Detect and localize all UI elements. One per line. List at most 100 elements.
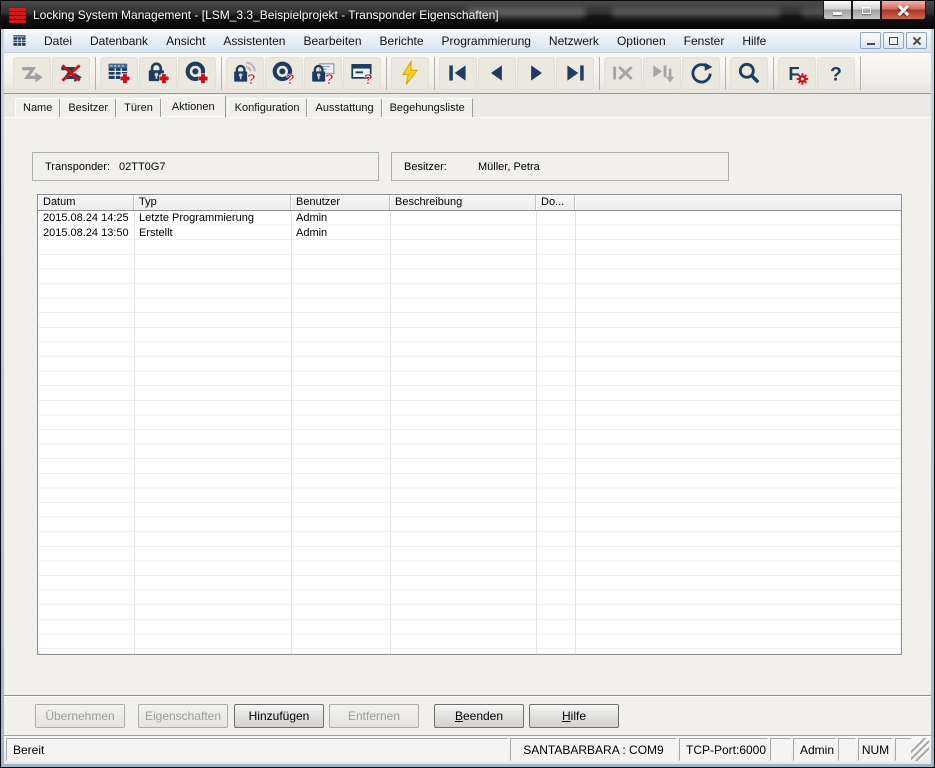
tab-besitzer[interactable]: Besitzer: [60, 98, 116, 117]
cell-typ: Letzte Programmierung: [134, 211, 291, 226]
program-button[interactable]: [391, 57, 429, 90]
cell-beschreibung: [390, 211, 536, 226]
jump-cancel-button[interactable]: [52, 57, 90, 90]
new-lock-button[interactable]: [139, 57, 177, 90]
tab-ausstattung[interactable]: Ausstattung: [307, 98, 381, 117]
menu-datei[interactable]: Datei: [35, 31, 81, 51]
menu-bearbeiten[interactable]: Bearbeiten: [294, 31, 370, 51]
search-button[interactable]: [730, 57, 768, 90]
next-record-icon: [523, 60, 549, 86]
mdi-minimize-button[interactable]: [860, 32, 881, 49]
search-icon: [736, 60, 762, 86]
read-lock-button[interactable]: ?: [226, 57, 264, 90]
filter-settings-button[interactable]: F: [778, 57, 816, 90]
svg-text:?: ?: [830, 64, 842, 86]
column-header-beschreibung[interactable]: Beschreibung: [390, 195, 536, 210]
status-numlock: NUM: [858, 738, 893, 761]
tab-begehungsliste[interactable]: Begehungsliste: [382, 98, 473, 117]
menu-assistenten[interactable]: Assistenten: [214, 31, 294, 51]
tab-name[interactable]: Name: [15, 98, 60, 117]
menu-ansicht[interactable]: Ansicht: [157, 31, 214, 51]
last-record-icon: [562, 60, 588, 86]
toolbar-separator: [599, 57, 600, 90]
cell-benutzer: Admin: [291, 211, 390, 226]
status-empty-panel: [895, 738, 911, 761]
maximize-button[interactable]: [852, 1, 881, 20]
close-button[interactable]: [881, 1, 926, 20]
read-window-icon: ?: [349, 60, 375, 86]
new-transponder-button[interactable]: [178, 57, 216, 90]
toolbar-separator: [434, 57, 435, 90]
cancel-record-button[interactable]: [604, 57, 642, 90]
menu-hilfe[interactable]: Hilfe: [733, 31, 775, 51]
uebernehmen-button[interactable]: Übernehmen: [35, 704, 125, 728]
mdi-close-button[interactable]: [906, 32, 927, 49]
new-locking-system-button[interactable]: [100, 57, 138, 90]
column-header-dokument[interactable]: Do...: [536, 195, 575, 210]
menu-netzwerk[interactable]: Netzwerk: [540, 31, 608, 51]
beenden-button[interactable]: Beenden: [434, 704, 524, 728]
prev-record-button[interactable]: [478, 57, 516, 90]
read-transponder-button[interactable]: ?: [265, 57, 303, 90]
table-row[interactable]: 2015.08.24 14:25 Letzte Programmierung A…: [38, 211, 901, 226]
entfernen-button[interactable]: Entfernen: [329, 704, 419, 728]
tab-tueren[interactable]: Türen: [116, 98, 161, 117]
read-lock-icon: ?: [232, 60, 258, 86]
first-record-button[interactable]: [439, 57, 477, 90]
new-locking-system-icon: [106, 60, 132, 86]
table-row[interactable]: 2015.08.24 13:50 Erstellt Admin: [38, 226, 901, 241]
help-button[interactable]: ?: [817, 57, 855, 90]
minimize-button[interactable]: [823, 1, 852, 20]
cell-beschreibung: [390, 226, 536, 241]
owner-field: Besitzer: Müller, Petra: [391, 152, 729, 181]
status-tcp-port: TCP-Port:6000: [679, 738, 768, 761]
last-record-button[interactable]: [556, 57, 594, 90]
document-table-icon: [10, 32, 29, 49]
menu-fenster[interactable]: Fenster: [675, 31, 734, 51]
read-lock-card-button[interactable]: ?: [304, 57, 342, 90]
status-connection: SANTABARBARA : COM9: [510, 738, 677, 761]
eigenschaften-button[interactable]: Eigenschaften: [138, 704, 228, 728]
column-header-typ[interactable]: Typ: [134, 195, 291, 210]
toolbar-separator: [95, 57, 96, 90]
menu-optionen[interactable]: Optionen: [608, 31, 675, 51]
resize-grip[interactable]: [911, 738, 929, 761]
apply-record-button[interactable]: [643, 57, 681, 90]
jump-button[interactable]: [13, 57, 51, 90]
actions-table: Datum Typ Benutzer Beschreibung Do... 20…: [37, 194, 902, 655]
status-ready: Bereit: [6, 738, 508, 761]
read-lock-card-icon: ?: [310, 60, 336, 86]
cell-dokument: [536, 226, 575, 241]
read-window-button[interactable]: ?: [343, 57, 381, 90]
cell-datum: 2015.08.24 14:25: [38, 211, 134, 226]
menu-datenbank[interactable]: Datenbank: [81, 31, 157, 51]
action-button-bar: Übernehmen Eigenschaften Hinzufügen Entf…: [4, 695, 931, 735]
tab-konfiguration[interactable]: Konfiguration: [227, 98, 308, 117]
hilfe-button[interactable]: Hilfe: [529, 704, 619, 728]
status-user: Admin: [793, 738, 836, 761]
toolbar-separator: [221, 57, 222, 90]
table-header: Datum Typ Benutzer Beschreibung Do...: [38, 195, 901, 211]
column-header-benutzer[interactable]: Benutzer: [291, 195, 390, 210]
hinzufuegen-button[interactable]: Hinzufügen: [234, 704, 324, 728]
jump-cancel-icon: [58, 60, 84, 86]
menu-programmierung[interactable]: Programmierung: [433, 31, 540, 51]
program-icon: [397, 60, 423, 86]
owner-value: Müller, Petra: [478, 161, 540, 173]
mdi-restore-icon: [889, 37, 898, 45]
tab-aktionen[interactable]: Aktionen: [161, 95, 226, 118]
menu-berichte[interactable]: Berichte: [371, 31, 433, 51]
next-record-button[interactable]: [517, 57, 555, 90]
toolbar-separator: [386, 57, 387, 90]
column-header-empty[interactable]: [575, 195, 901, 210]
svg-text:?: ?: [286, 71, 295, 86]
cell-typ: Erstellt: [134, 226, 291, 241]
filter-settings-icon: F: [784, 60, 810, 86]
column-header-datum[interactable]: Datum: [38, 195, 134, 210]
app-logo-icon: [9, 8, 26, 23]
svg-text:?: ?: [364, 71, 373, 86]
refresh-button[interactable]: [682, 57, 720, 90]
window-title: Locking System Management - [LSM_3.3_Bei…: [33, 8, 499, 22]
title-bar: Locking System Management - [LSM_3.3_Bei…: [1, 1, 934, 29]
mdi-restore-button[interactable]: [883, 32, 904, 49]
